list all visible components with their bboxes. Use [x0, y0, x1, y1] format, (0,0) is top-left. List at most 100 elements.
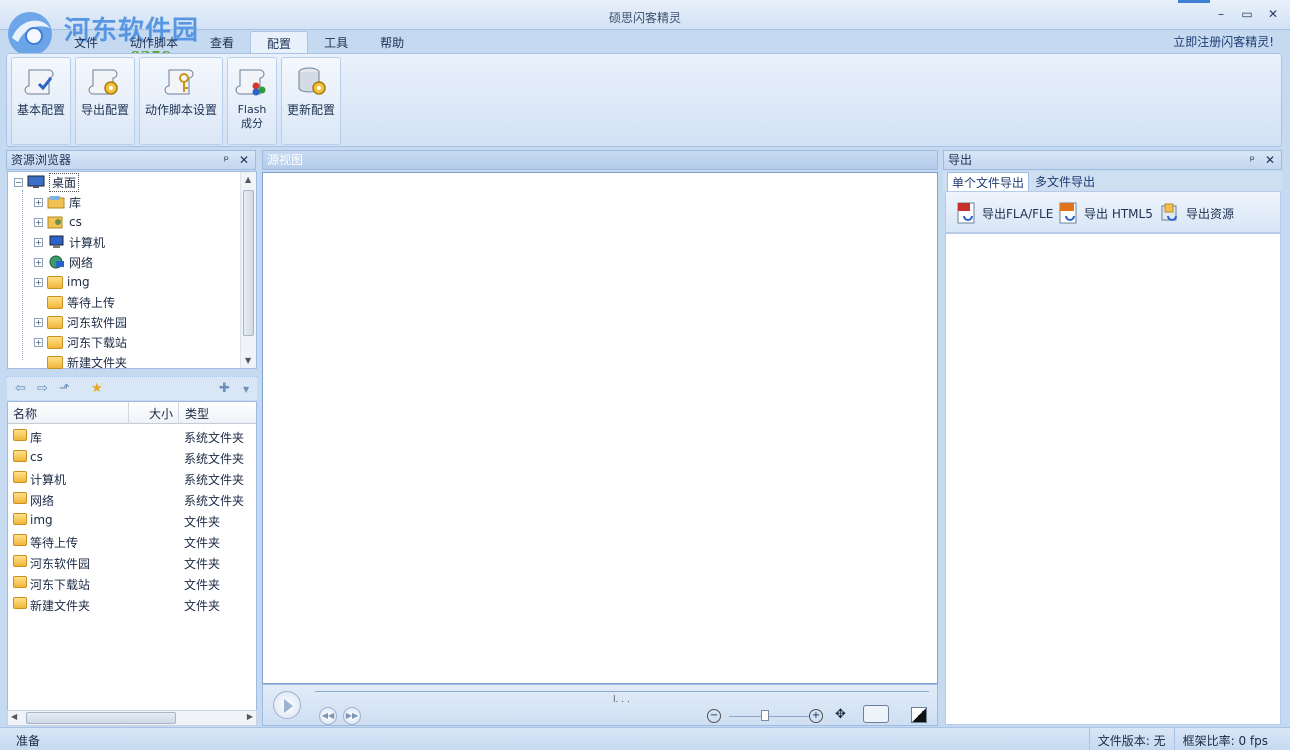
scroll-down-icon[interactable]: ▼ [245, 356, 251, 365]
dropdown-arrow-icon[interactable]: ▼ [243, 385, 249, 394]
export-config-button[interactable]: 导出配置 [75, 57, 135, 145]
export-resources-button[interactable]: 导出资源 [1160, 202, 1234, 224]
column-type[interactable]: 类型 [185, 405, 209, 422]
add-icon[interactable]: ✚ [219, 381, 230, 396]
file-nav-toolbar: ⇦ ⇨ ⬏ ★ ✚ ▼ [7, 376, 257, 400]
collapse-icon[interactable]: − [14, 177, 23, 187]
tab-action-script[interactable]: 动作脚本 [114, 31, 194, 53]
file-type: 文件夹 [184, 578, 221, 592]
zoom-slider-thumb[interactable] [761, 710, 769, 721]
tree-item-img[interactable]: + img [34, 273, 90, 291]
update-config-button[interactable]: 更新配置 [281, 57, 341, 145]
expand-icon[interactable]: + [34, 277, 43, 287]
panel-title: 导出 [948, 153, 973, 167]
list-item[interactable]: 河东软件园 文件夹 [8, 552, 256, 572]
list-hscrollbar[interactable]: ◀ ▶ [7, 710, 257, 726]
scroll-up-icon[interactable]: ▲ [245, 175, 251, 184]
favorite-star-icon[interactable]: ★ [91, 381, 103, 396]
action-script-settings-button[interactable]: 动作脚本设置 [139, 57, 223, 145]
rewind-icon[interactable]: ◀◀ [319, 707, 337, 725]
column-name[interactable]: 名称 [13, 405, 37, 422]
list-item[interactable]: 新建文件夹 文件夹 [8, 594, 256, 614]
close-icon[interactable]: ✕ [1265, 151, 1275, 169]
tree-item-hedong-soft[interactable]: + 河东软件园 [34, 313, 127, 331]
folder-icon [13, 513, 27, 525]
fla-file-icon [957, 202, 975, 224]
close-icon[interactable]: ✕ [239, 151, 249, 169]
tree-item-hedong-download[interactable]: + 河东下载站 [34, 333, 127, 351]
folder-icon [13, 597, 27, 609]
list-item[interactable]: cs 系统文件夹 [8, 447, 256, 467]
close-button[interactable]: ✕ [1266, 6, 1280, 22]
tree-scrollbar[interactable]: ▲ ▼ [240, 172, 256, 368]
tree-item-desktop[interactable]: − 桌面 [14, 172, 80, 192]
list-item[interactable]: 网络 系统文件夹 [8, 489, 256, 509]
zoom-100-icon[interactable] [863, 705, 889, 723]
tab-single-export[interactable]: 单个文件导出 [947, 172, 1030, 191]
tab-tools[interactable]: 工具 [308, 31, 364, 53]
up-folder-icon[interactable]: ⬏ [59, 381, 70, 396]
maximize-button[interactable]: ▭ [1240, 6, 1254, 22]
tree-item-pending-upload[interactable]: 等待上传 [47, 293, 115, 311]
minimize-button[interactable]: – [1214, 6, 1228, 22]
scroll-thumb[interactable] [26, 712, 176, 724]
tab-help[interactable]: 帮助 [364, 31, 420, 53]
expand-icon[interactable]: + [34, 317, 43, 327]
timeline[interactable] [315, 691, 929, 692]
folder-icon [47, 295, 63, 309]
tab-multi-export[interactable]: 多文件导出 [1031, 172, 1099, 191]
column-divider[interactable] [178, 402, 179, 424]
file-list[interactable]: 名称 大小 类型 库系统文件夹 cs 系统文件夹 计算机 系统文件夹 网络 系统文件夹… [7, 401, 257, 711]
tree-item-cs[interactable]: + cs [34, 213, 82, 231]
forward-arrow-icon[interactable]: ⇨ [37, 381, 48, 396]
column-size[interactable]: 大小 [149, 405, 173, 422]
basic-config-button[interactable]: 基本配置 [11, 57, 71, 145]
tree-item-network[interactable]: + 网络 [34, 253, 93, 271]
fast-forward-icon[interactable]: ▶▶ [343, 707, 361, 725]
background-color-icon[interactable] [911, 707, 927, 723]
zoom-in-icon[interactable]: + [809, 709, 823, 723]
pin-icon[interactable]: ᵖ [224, 151, 229, 169]
export-tabs: 单个文件导出 多文件导出 [943, 171, 1282, 191]
export-html5-button[interactable]: 导出 HTML5 [1058, 202, 1153, 224]
tab-view[interactable]: 查看 [194, 31, 250, 53]
tab-config[interactable]: 配置 [250, 31, 309, 53]
status-text: 准备 [16, 734, 41, 748]
column-divider[interactable] [128, 402, 129, 424]
expand-icon[interactable]: + [34, 217, 43, 227]
tree-label: cs [69, 215, 82, 229]
scroll-left-icon[interactable]: ◀ [11, 712, 17, 721]
scroll-right-icon[interactable]: ▶ [247, 712, 253, 721]
list-item[interactable]: img 文件夹 [8, 510, 256, 530]
zoom-slider[interactable] [729, 716, 809, 717]
expand-icon[interactable]: + [34, 257, 43, 267]
zoom-out-icon[interactable]: − [707, 709, 721, 723]
source-view-canvas[interactable] [262, 172, 938, 684]
expand-icon[interactable]: + [34, 197, 43, 207]
scroll-thumb[interactable] [243, 190, 254, 336]
tree-item-computer[interactable]: + 计算机 [34, 233, 105, 251]
tree-item-library[interactable]: + 库 [34, 193, 81, 211]
expand-icon[interactable]: + [34, 337, 43, 347]
list-item[interactable]: 计算机 系统文件夹 [8, 468, 256, 488]
flash-components-button[interactable]: Flash 成分 [227, 57, 277, 145]
folder-tree[interactable]: − 桌面 + 库 + cs + 计算机 + 网络 + img 等待上传 + 河东… [7, 171, 257, 371]
file-name: 计算机 [30, 473, 67, 487]
export-fla-button[interactable]: 导出FLA/FLE [956, 202, 1053, 224]
list-item[interactable]: 库 系统文件夹 [8, 426, 256, 446]
pan-zoom-icon[interactable]: ✥ [835, 707, 846, 722]
tree-item-new-folder[interactable]: 新建文件夹 [47, 353, 127, 371]
expand-icon[interactable]: + [34, 237, 43, 247]
pin-icon[interactable]: ᵖ [1250, 151, 1255, 169]
list-item[interactable]: 河东下载站 文件夹 [8, 573, 256, 593]
play-button[interactable] [273, 691, 301, 719]
back-arrow-icon[interactable]: ⇦ [15, 381, 26, 396]
file-type: 文件夹 [184, 557, 221, 571]
file-name: 新建文件夹 [30, 599, 91, 613]
tree-label: 新建文件夹 [67, 355, 128, 370]
window-controls: – ▭ ✕ [1214, 6, 1280, 22]
register-link[interactable]: 立即注册闪客精灵! [1173, 33, 1274, 50]
tab-file[interactable]: 文件 [58, 31, 114, 53]
resource-browser-header: 资源浏览器 ᵖ ✕ [6, 150, 256, 170]
list-item[interactable]: 等待上传 文件夹 [8, 531, 256, 551]
